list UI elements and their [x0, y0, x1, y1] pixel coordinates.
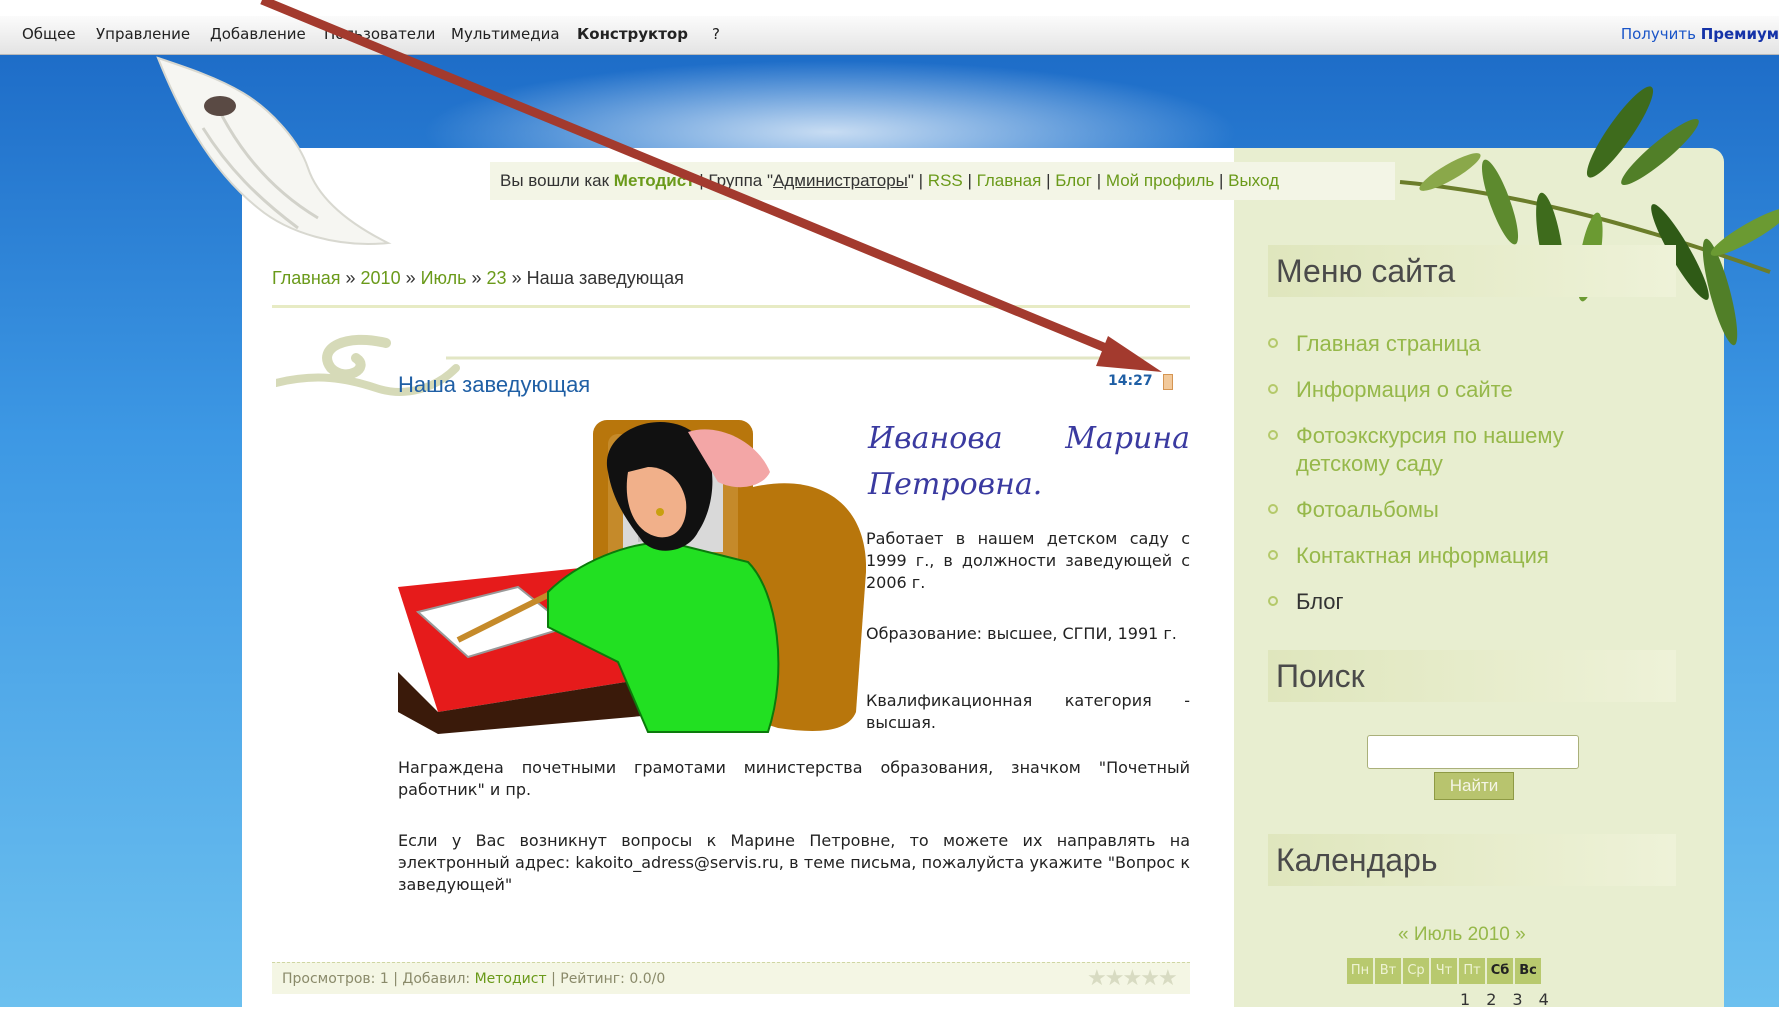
paragraph-education: Образование: высшее, СГПИ, 1991 г. [866, 624, 1177, 643]
premium-label: Премиум [1700, 25, 1779, 43]
premium-prefix: Получить [1620, 25, 1696, 43]
breadcrumb: Главная » 2010 » Июль » 23 » Наша заведу… [272, 268, 684, 289]
toolbar-item-manage[interactable]: Управление [96, 25, 190, 43]
menu-block-title: Меню сайта [1268, 245, 1676, 297]
breadcrumb-month[interactable]: Июль [421, 268, 467, 288]
title-flourish [276, 334, 1190, 396]
bullet-icon [1268, 504, 1278, 514]
toolbar-item-constructor[interactable]: Конструктор [577, 25, 688, 43]
login-link-logout[interactable]: Выход [1228, 171, 1279, 190]
person-name: Иванова Марина Петровна. [868, 416, 1190, 508]
login-prefix: Вы вошли как [500, 171, 610, 190]
search-block-title: Поиск [1268, 650, 1676, 702]
added-by-link[interactable]: Методист [475, 971, 547, 987]
breadcrumb-current: Наша заведующая [526, 268, 684, 288]
tiny-marker-icon[interactable] [1163, 374, 1173, 390]
breadcrumb-home[interactable]: Главная [272, 268, 341, 288]
breadcrumb-sep: » [400, 268, 421, 288]
weekday: Пн [1347, 958, 1373, 984]
bullet-icon [1268, 550, 1278, 560]
rating-value: 0.0/0 [629, 971, 666, 987]
calendar-day[interactable]: 3 [1512, 990, 1522, 1009]
rating-label: Рейтинг: [560, 971, 625, 987]
bullet-icon [1268, 596, 1278, 606]
login-link-home[interactable]: Главная [977, 171, 1042, 190]
login-group-suffix: " | [907, 171, 924, 190]
login-link-profile[interactable]: Мой профиль [1106, 171, 1214, 190]
menu-item-blog[interactable]: Блог [1268, 588, 1648, 616]
calendar-block-title: Календарь [1268, 834, 1676, 886]
menu-item-label: Контактная информация [1296, 543, 1549, 568]
calendar-weekdays: Пн Вт Ср Чт Пт Сб Вс [1347, 958, 1541, 984]
toolbar-item-general[interactable]: Общее [22, 25, 76, 43]
star-icon[interactable]: ★ [1140, 966, 1160, 991]
woman-at-desk-illustration [398, 420, 866, 734]
post-time: 14:27 [1108, 373, 1153, 389]
login-username[interactable]: Методист [614, 171, 695, 190]
name-patronymic: Петровна. [868, 467, 1043, 502]
toolbar-item-add[interactable]: Добавление [210, 25, 306, 43]
breadcrumb-year[interactable]: 2010 [361, 268, 401, 288]
menu-item-label: Фотоальбомы [1296, 497, 1439, 522]
calendar-days: 1 2 3 4 [1460, 990, 1549, 1009]
name-surname: Иванова [868, 421, 1003, 456]
star-icon[interactable]: ★ [1122, 966, 1142, 991]
views-count: 1 [379, 971, 389, 987]
name-first: Марина [1065, 421, 1190, 456]
breadcrumb-sep: » [340, 268, 361, 288]
weekday-weekend: Вс [1515, 958, 1541, 984]
weekday-weekend: Сб [1487, 958, 1513, 984]
post-title[interactable]: Наша заведующая [398, 372, 590, 398]
paragraph-awards: Награждена почетными грамотами министерс… [398, 758, 1190, 799]
breadcrumb-day[interactable]: 23 [487, 268, 507, 288]
divider [272, 305, 1190, 308]
bullet-icon [1268, 430, 1278, 440]
login-link-rss[interactable]: RSS [928, 171, 963, 190]
star-icon[interactable]: ★ [1158, 966, 1178, 991]
menu-item-home[interactable]: Главная страница [1268, 330, 1648, 358]
paragraph-work: Работает в нашем детском саду с 1999 г.,… [866, 529, 1190, 592]
menu-item-label: Информация о сайте [1296, 377, 1513, 402]
login-group-link[interactable]: Администраторы [773, 171, 908, 190]
calendar-day[interactable]: 4 [1539, 990, 1549, 1009]
menu-item-contacts[interactable]: Контактная информация [1268, 542, 1648, 570]
star-icon[interactable]: ★ [1087, 966, 1107, 991]
menu-item-label: Фотоэкскурсия по нашему детскому саду [1296, 423, 1564, 476]
breadcrumb-sep: » [466, 268, 487, 288]
menu-item-about[interactable]: Информация о сайте [1268, 376, 1648, 404]
login-link-blog[interactable]: Блог [1055, 171, 1092, 190]
post-footer: Просмотров: 1 | Добавил: Методист | Рейт… [272, 962, 1190, 994]
weekday: Ср [1403, 958, 1429, 984]
olive-branch-image [1399, 86, 1779, 346]
login-group-prefix: | Группа " [699, 171, 773, 190]
toolbar-item-help[interactable]: ? [712, 25, 720, 43]
login-bar: Вы вошли как Методист | Группа "Админист… [490, 162, 1395, 200]
weekday: Пт [1459, 958, 1485, 984]
menu-item-photo-tour[interactable]: Фотоэкскурсия по нашему детскому саду [1268, 422, 1648, 478]
weekday: Вт [1375, 958, 1401, 984]
menu-item-label: Блог [1296, 589, 1344, 614]
rating-stars[interactable]: ★★★★★ [1087, 966, 1178, 991]
paragraph-category: Квалификационная категория - высшая. [866, 691, 1190, 732]
site-menu: Главная страница Информация о сайте Фото… [1268, 330, 1648, 634]
toolbar-item-users[interactable]: Пользователи [324, 25, 435, 43]
menu-item-albums[interactable]: Фотоальбомы [1268, 496, 1648, 524]
calendar-day[interactable]: 2 [1486, 990, 1496, 1009]
search-input[interactable] [1367, 735, 1579, 769]
bullet-icon [1268, 384, 1278, 394]
added-label: Добавил: [402, 971, 471, 987]
menu-item-label: Главная страница [1296, 331, 1481, 356]
star-icon[interactable]: ★ [1105, 966, 1125, 991]
views-label: Просмотров: [282, 971, 376, 987]
calendar-month-nav[interactable]: « Июль 2010 » [1398, 924, 1526, 946]
bullet-icon [1268, 338, 1278, 348]
toolbar-item-multimedia[interactable]: Мультимедиа [451, 25, 560, 43]
dove-image [156, 56, 392, 245]
search-button[interactable]: Найти [1434, 772, 1514, 800]
get-premium-link[interactable]: Получить Премиум [1621, 25, 1779, 43]
breadcrumb-sep: » [506, 268, 527, 288]
paragraph-contact: Если у Вас возникнут вопросы к Марине Пе… [398, 831, 1190, 894]
calendar-day[interactable]: 1 [1460, 990, 1470, 1009]
weekday: Чт [1431, 958, 1457, 984]
